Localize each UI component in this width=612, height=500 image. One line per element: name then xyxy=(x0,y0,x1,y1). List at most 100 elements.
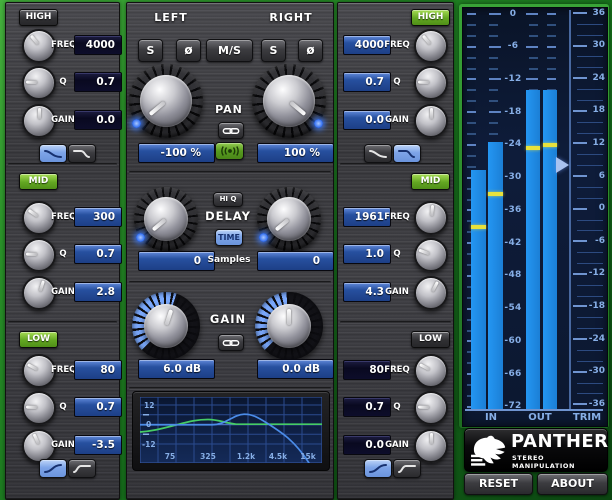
lowpass-smooth-icon xyxy=(368,148,388,159)
lowpass-smooth-icon xyxy=(43,148,63,159)
reset-button[interactable]: RESET xyxy=(464,473,533,495)
meter-scale-label: -42 xyxy=(501,238,525,248)
right-low-gain-label: GAIN xyxy=(384,440,410,450)
delay-hiq-button[interactable]: HI Q xyxy=(213,192,243,207)
left-solo-button[interactable]: S xyxy=(138,39,163,62)
peak-hold-out-right xyxy=(543,143,557,147)
divider xyxy=(340,321,451,324)
left-low-highpass-corner-button[interactable] xyxy=(68,459,96,478)
trim-scale-label: -36 xyxy=(587,399,605,409)
left-low-q-value[interactable]: 0.7 xyxy=(74,397,122,417)
right-high-gain-knob[interactable] xyxy=(414,104,448,138)
highpass-smooth-icon xyxy=(43,463,63,474)
right-phase-button[interactable]: ø xyxy=(298,39,323,62)
meter-scale-label: 0 xyxy=(501,9,525,19)
right-mid-q-label: Q xyxy=(384,249,410,259)
trim-scale-label: -18 xyxy=(587,301,605,311)
trim-scale-label: -24 xyxy=(587,334,605,344)
peak-hold-in-left xyxy=(471,225,486,229)
right-low-band-badge[interactable]: LOW xyxy=(411,331,450,348)
left-low-q-label: Q xyxy=(51,402,75,412)
right-low-q-knob[interactable] xyxy=(414,391,448,425)
mid-side-button[interactable]: M/S xyxy=(206,39,253,62)
graph-x-label: 15k xyxy=(300,452,316,461)
eq-curve-plot: 12 0 -12 75 325 1.2k 4.5k 15k xyxy=(140,397,322,463)
left-mid-freq-value[interactable]: 300 xyxy=(74,207,122,227)
eq-curve-display: 12 0 -12 75 325 1.2k 4.5k 15k xyxy=(132,391,330,471)
meter-panel: 0-6-12-18-24-30-36-42-48-54-60-66-723630… xyxy=(459,4,609,428)
right-high-lowpass-smooth-button[interactable] xyxy=(364,144,392,163)
left-high-gain-label: GAIN xyxy=(51,115,75,125)
right-mid-q-knob[interactable] xyxy=(414,238,448,272)
left-high-lowpass-corner-button[interactable] xyxy=(68,144,96,163)
delay-section-label: DELAY xyxy=(198,209,258,223)
about-button[interactable]: ABOUT xyxy=(537,473,608,495)
left-high-gain-value[interactable]: 0.0 xyxy=(74,110,122,130)
left-low-gain-value[interactable]: -3.5 xyxy=(74,435,122,455)
trim-scale-label: 36 xyxy=(587,8,605,18)
left-mid-band-badge[interactable]: MID xyxy=(19,173,58,190)
right-delay-knob[interactable] xyxy=(257,187,321,251)
trim-scale-label: 18 xyxy=(587,105,605,115)
mono-stereo-button[interactable] xyxy=(215,142,244,160)
right-high-q-knob[interactable] xyxy=(414,66,448,100)
graph-x-label: 325 xyxy=(200,452,216,461)
left-mid-q-value[interactable]: 0.7 xyxy=(74,244,122,264)
highpass-corner-icon xyxy=(397,463,417,474)
trim-scale-label: -12 xyxy=(587,268,605,278)
meter-scale-label: -24 xyxy=(501,139,525,149)
left-high-freq-value[interactable]: 4000 xyxy=(74,35,122,55)
graph-y-label: 12 xyxy=(144,401,154,410)
gain-link-button[interactable] xyxy=(218,334,244,351)
right-pan-knob[interactable] xyxy=(252,64,326,138)
left-pan-value[interactable]: -100 % xyxy=(138,143,215,163)
right-low-highpass-smooth-button[interactable] xyxy=(364,459,392,478)
left-mid-gain-value[interactable]: 2.8 xyxy=(74,282,122,302)
lowpass-corner-icon xyxy=(72,148,92,159)
delay-unit-label: Samples xyxy=(203,255,255,265)
left-low-highpass-smooth-button[interactable] xyxy=(39,459,67,478)
left-gain-knob[interactable] xyxy=(132,292,200,360)
left-low-gain-label: GAIN xyxy=(51,440,75,450)
graph-y-label: -12 xyxy=(142,440,156,449)
meter-trim-label: TRIM xyxy=(569,412,605,423)
left-phase-button[interactable]: ø xyxy=(176,39,201,62)
right-high-lowpass-corner-button[interactable] xyxy=(393,144,421,163)
delay-time-mode-button[interactable]: TIME xyxy=(215,229,243,246)
right-delay-value[interactable]: 0 xyxy=(257,251,334,271)
right-solo-button[interactable]: S xyxy=(261,39,286,62)
trim-marker[interactable] xyxy=(556,157,569,173)
meter-scale-label: -60 xyxy=(501,336,525,346)
right-mid-freq-knob[interactable] xyxy=(414,201,448,235)
meter-bar-in-right xyxy=(488,142,503,409)
right-low-gain-knob[interactable] xyxy=(414,429,448,463)
divider xyxy=(340,163,451,166)
right-low-highpass-corner-button[interactable] xyxy=(393,459,421,478)
left-gain-value[interactable]: 6.0 dB xyxy=(138,359,215,379)
left-pan-knob[interactable] xyxy=(129,64,203,138)
trim-scale-label: 6 xyxy=(587,171,605,181)
left-low-band-badge[interactable]: LOW xyxy=(19,331,58,348)
right-mid-gain-knob[interactable] xyxy=(414,276,448,310)
meter-bar-out-right xyxy=(543,90,557,409)
right-high-band-badge[interactable]: HIGH xyxy=(411,9,450,26)
gain-section-label: GAIN xyxy=(198,312,258,326)
left-eq-panel: HIGH FREQ 4000 Q 0.7 GAIN 0.0 MID FREQ 3… xyxy=(5,2,120,500)
left-low-freq-value[interactable]: 80 xyxy=(74,360,122,380)
right-mid-band-badge[interactable]: MID xyxy=(411,173,450,190)
trim-scale-label: 0 xyxy=(587,203,605,213)
left-high-lowpass-smooth-button[interactable] xyxy=(39,144,67,163)
stereo-width-icon xyxy=(220,146,240,156)
right-pan-value[interactable]: 100 % xyxy=(257,143,334,163)
pan-link-button[interactable] xyxy=(218,122,244,139)
left-delay-knob[interactable] xyxy=(134,187,198,251)
right-low-freq-label: FREQ xyxy=(384,365,410,375)
left-high-q-value[interactable]: 0.7 xyxy=(74,72,122,92)
left-high-band-badge[interactable]: HIGH xyxy=(19,9,58,26)
right-gain-value[interactable]: 0.0 dB xyxy=(257,359,334,379)
graph-x-label: 75 xyxy=(165,452,175,461)
right-high-freq-knob[interactable] xyxy=(414,29,448,63)
right-low-freq-knob[interactable] xyxy=(414,354,448,388)
meter-scale-label: -30 xyxy=(501,172,525,182)
right-gain-knob[interactable] xyxy=(255,292,323,360)
